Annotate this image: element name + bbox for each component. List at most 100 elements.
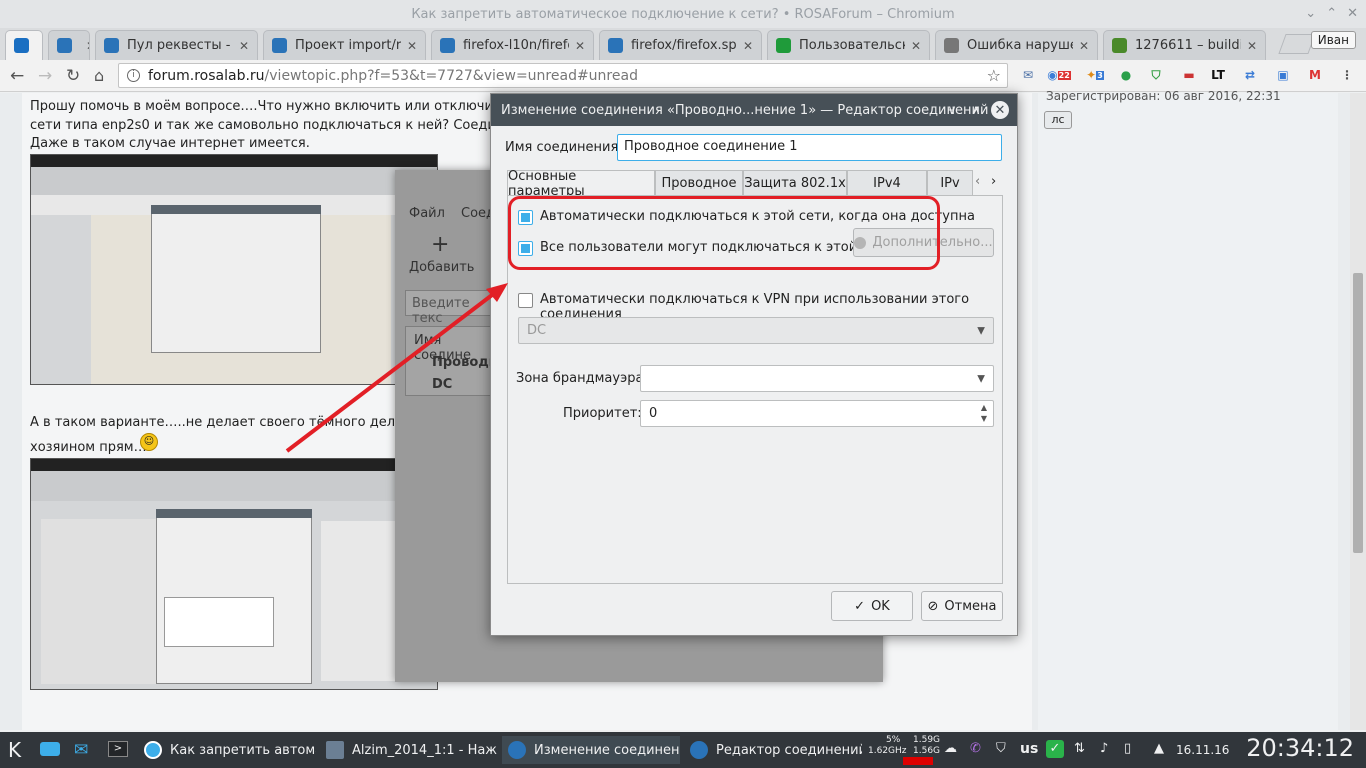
- check-tray-icon[interactable]: ✓: [1046, 740, 1064, 758]
- registered-date: Зарегистрирован: 06 авг 2016, 22:31: [1046, 89, 1281, 103]
- browser-tab[interactable]: firefox/firefox.spe ✕: [599, 30, 762, 60]
- mail-extension-icon[interactable]: ✉: [1019, 66, 1037, 84]
- bg-connection-list[interactable]: Имя соедине Проводн DC: [405, 326, 498, 396]
- tab-ipv6[interactable]: IPv: [927, 170, 973, 196]
- keyboard-layout[interactable]: us: [1020, 741, 1038, 757]
- menu-icon[interactable]: ⋮: [1338, 66, 1356, 84]
- tab-close-icon[interactable]: ✕: [407, 39, 417, 53]
- tab-8021x[interactable]: Защита 802.1x: [743, 170, 847, 196]
- taskbar-item-edit-connection[interactable]: Изменение соединения: [502, 736, 680, 764]
- tab-general[interactable]: Основные параметры: [507, 169, 655, 199]
- firewall-zone-combo[interactable]: ▼: [640, 365, 994, 392]
- taskbar-item-alzim[interactable]: Alzim_2014_1:1 - Нажми: [320, 736, 498, 764]
- browser-tab[interactable]: Пользовательск ✕: [767, 30, 930, 60]
- tab-wired[interactable]: Проводное: [655, 170, 743, 196]
- dialog-minimize-icon[interactable]: ∨: [943, 101, 961, 119]
- tab-close-icon[interactable]: ✕: [86, 39, 89, 53]
- browser-tab[interactable]: о: [5, 30, 43, 60]
- tab-favicon-icon: [14, 38, 29, 53]
- menu-file[interactable]: Файл: [409, 206, 445, 221]
- close-button[interactable]: ✕: [1347, 6, 1358, 21]
- green-d-extension-icon[interactable]: ●: [1117, 66, 1135, 84]
- monitor-icon: [326, 741, 344, 759]
- minimize-button[interactable]: ⌄: [1305, 6, 1316, 21]
- terminal-icon[interactable]: >: [108, 741, 128, 757]
- viber-icon[interactable]: ✆: [970, 741, 981, 756]
- forward-arrow-icon[interactable]: →: [38, 66, 52, 86]
- browser-tab[interactable]: 1276611 – buildid ✕: [1103, 30, 1266, 60]
- dialog-close-icon[interactable]: ✕: [991, 101, 1009, 119]
- priority-spinbox[interactable]: 0 ▲ ▼: [640, 400, 994, 427]
- tab-title: firefox-l10n/firefo: [463, 38, 569, 53]
- browser-tab[interactable]: Пул реквесты - Пр ✕: [95, 30, 258, 60]
- kde-launcher-icon[interactable]: K: [8, 738, 21, 762]
- conn-name-label: Имя соединения:: [505, 140, 623, 155]
- ok-button[interactable]: ✓ OK: [831, 591, 913, 621]
- cancel-button[interactable]: ⊘ Отмена: [921, 591, 1003, 621]
- date[interactable]: 16.11.16: [1176, 743, 1229, 757]
- add-button-label[interactable]: Добавить: [409, 260, 474, 275]
- edit-connection-dialog: Изменение соединения «Проводно...нение 1…: [490, 93, 1018, 636]
- bookmark-star-icon[interactable]: ☆: [987, 66, 1001, 85]
- tab-favicon-icon: [776, 38, 791, 53]
- dialog-maximize-icon[interactable]: ∧: [967, 101, 985, 119]
- conn-name-input[interactable]: Проводное соединение 1: [617, 134, 1002, 161]
- tab-close-icon[interactable]: ✕: [575, 39, 585, 53]
- tray-expand-icon[interactable]: ▲: [1154, 741, 1164, 756]
- home-icon[interactable]: ⌂: [94, 66, 104, 85]
- tab-close-icon[interactable]: ✕: [911, 39, 921, 53]
- screenshot-image-1[interactable]: [30, 154, 438, 385]
- pm-button[interactable]: лс: [1044, 111, 1072, 129]
- cloud-icon[interactable]: ☁: [944, 741, 957, 756]
- profile-button[interactable]: Иван: [1310, 31, 1356, 49]
- tab-close-icon[interactable]: ✕: [239, 39, 249, 53]
- reload-icon[interactable]: ↻: [66, 66, 80, 86]
- browser-tab[interactable]: Ошибка нарушен ✕: [935, 30, 1098, 60]
- dolphin-icon[interactable]: [40, 742, 60, 756]
- clock[interactable]: 20:34:12: [1246, 734, 1354, 762]
- tab-favicon-icon: [272, 38, 287, 53]
- bg-search-field[interactable]: Введите текс: [405, 290, 495, 326]
- address-bar[interactable]: i forum.rosalab.ru/viewtopic.php?f=53&t=…: [118, 63, 1008, 88]
- add-icon[interactable]: +: [431, 232, 449, 257]
- cpu-freq: 1.62GHz: [868, 746, 907, 756]
- volume-icon[interactable]: ♪: [1100, 741, 1108, 756]
- browser-tab[interactable]: firefox-l10n/firefo ✕: [431, 30, 594, 60]
- dialog-titlebar: Изменение соединения «Проводно...нение 1…: [491, 94, 1017, 126]
- back-arrow-icon[interactable]: ←: [10, 66, 24, 86]
- star-extension-icon[interactable]: ✦ 3: [1086, 66, 1104, 84]
- vpn-combo[interactable]: DC ▼: [518, 317, 994, 344]
- browser-tab[interactable]: Проект import/re ✕: [263, 30, 426, 60]
- scrollbar-thumb[interactable]: [1353, 273, 1363, 553]
- mail-icon[interactable]: ✉: [74, 740, 88, 760]
- gmail-extension-icon[interactable]: M: [1306, 66, 1324, 84]
- info-icon[interactable]: i: [127, 69, 140, 82]
- vpn-checkbox[interactable]: [518, 293, 533, 308]
- tab-ipv4[interactable]: IPv4: [847, 170, 927, 196]
- taskbar-item-browser[interactable]: Как запретить автомати: [138, 736, 316, 764]
- tab-close-icon[interactable]: ✕: [1247, 39, 1257, 53]
- screenshot-image-2[interactable]: [30, 458, 438, 690]
- flag-extension-icon[interactable]: ▬: [1180, 66, 1198, 84]
- vk-extension-icon[interactable]: ◉ 22: [1047, 66, 1071, 84]
- device-icon[interactable]: ▯: [1124, 741, 1131, 756]
- tab-scroll-right-icon[interactable]: ›: [991, 174, 996, 189]
- network-tray-icon[interactable]: ⇅: [1074, 741, 1085, 756]
- lt-extension-icon[interactable]: LT: [1209, 66, 1227, 84]
- translate-extension-icon[interactable]: ⇄: [1241, 66, 1259, 84]
- check-icon: ✓: [854, 598, 866, 614]
- taskbar-item-connection-editor[interactable]: Редактор соединений: [684, 736, 862, 764]
- cpu-percent: 5%: [886, 735, 901, 745]
- post-text-line4: А в таком варианте…..не делает своего тё…: [30, 415, 442, 430]
- shield-tray-icon[interactable]: ⛉: [996, 741, 1006, 756]
- tab-scroll-left-icon[interactable]: ‹: [975, 174, 980, 189]
- shield-extension-icon[interactable]: ⛉: [1147, 66, 1165, 84]
- network-icon: [690, 741, 708, 759]
- tab-close-icon[interactable]: ✕: [743, 39, 753, 53]
- image-extension-icon[interactable]: ▣: [1274, 66, 1292, 84]
- tab-close-icon[interactable]: ✕: [1079, 39, 1089, 53]
- page-scrollbar[interactable]: [1350, 93, 1366, 730]
- maximize-button[interactable]: ⌃: [1326, 6, 1337, 21]
- spin-arrows-icon[interactable]: ▲ ▼: [981, 402, 987, 424]
- browser-tab[interactable]: ✕: [48, 30, 90, 60]
